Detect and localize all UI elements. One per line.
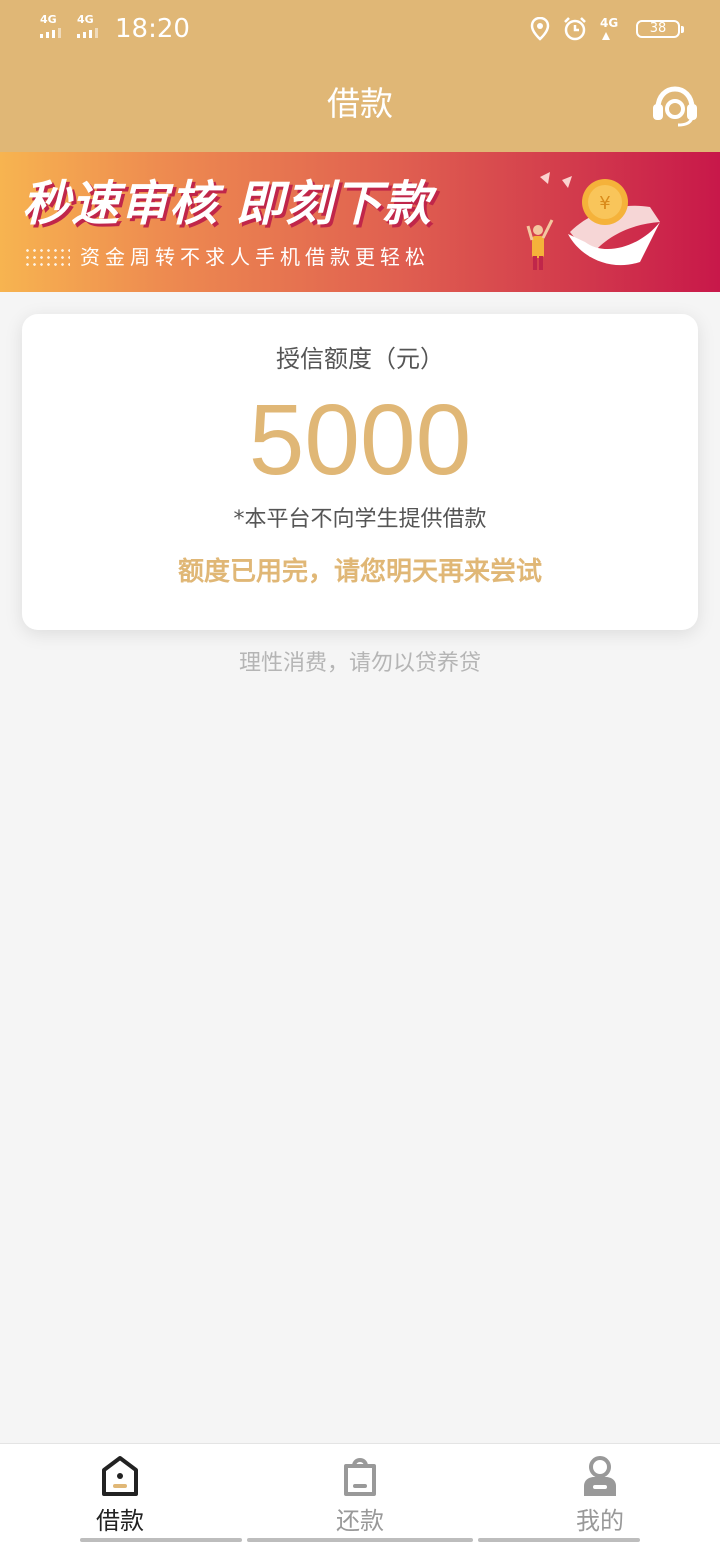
- signal-2-label: 4G: [77, 13, 94, 26]
- banner-dots-decoration: [24, 247, 70, 267]
- tab-profile[interactable]: 我的: [480, 1444, 720, 1544]
- tab-borrow[interactable]: 借款: [0, 1444, 240, 1544]
- tab-repay[interactable]: 还款: [240, 1444, 480, 1544]
- responsible-borrowing-hint: 理性消费，请勿以贷养贷: [238, 651, 481, 676]
- battery-level: 38: [649, 21, 667, 36]
- nav-bar: 借款: [0, 58, 720, 152]
- system-nav-bar-left: [80, 1538, 242, 1542]
- repay-icon: [344, 1458, 376, 1496]
- svg-text:¥: ¥: [599, 193, 610, 214]
- credit-limit-card: 授信额度（元） 5000 *本平台不向学生提供借款 额度已用完，请您明天再来尝试: [22, 314, 698, 630]
- profile-icon: [584, 1456, 616, 1496]
- banner-subtitle: 资金周转不求人手机借款更轻松: [80, 245, 430, 269]
- borrow-icon: [102, 1456, 138, 1496]
- banner-coin-illustration: ¥: [526, 172, 660, 270]
- signal-1-label: 4G: [40, 13, 57, 26]
- status-bar: 4G 4G 18:20 4G 38: [0, 0, 720, 58]
- tab-profile-label: 我的: [576, 1507, 624, 1535]
- network-label: 4G: [600, 16, 619, 30]
- network-4g-icon: 4G: [600, 17, 624, 41]
- page-title: 借款: [327, 84, 393, 123]
- student-notice: *本平台不向学生提供借款: [233, 507, 487, 532]
- promo-banner[interactable]: 秒速审核 即刻下款 资金周转不求人手机借款更轻松 ¥: [0, 152, 720, 292]
- alarm-icon: [564, 17, 586, 41]
- tab-borrow-label: 借款: [96, 1507, 144, 1535]
- signal-1-icon: 4G: [40, 14, 61, 38]
- customer-service-headset-icon[interactable]: [650, 84, 700, 128]
- battery-icon: 38: [636, 20, 684, 38]
- quota-used-warning: 额度已用完，请您明天再来尝试: [177, 557, 542, 587]
- system-nav-bar-center: [247, 1538, 473, 1542]
- signal-2-icon: 4G: [77, 14, 98, 38]
- credit-limit-amount: 5000: [248, 384, 472, 496]
- status-time: 18:20: [115, 14, 190, 44]
- credit-limit-label: 授信额度（元）: [276, 345, 444, 373]
- tab-repay-label: 还款: [336, 1507, 384, 1535]
- banner-title: 秒速审核 即刻下款: [22, 176, 432, 232]
- bottom-tab-bar: 借款 还款 我的: [0, 1443, 720, 1544]
- system-nav-bar-right: [478, 1538, 640, 1542]
- location-icon: [530, 17, 550, 41]
